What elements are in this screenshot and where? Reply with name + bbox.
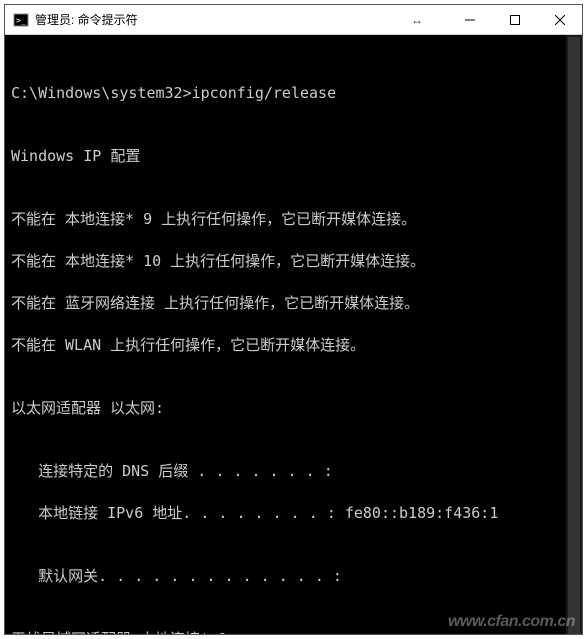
term-property-line: 连接特定的 DNS 后缀 . . . . . . . :	[11, 461, 582, 482]
minimize-button[interactable]	[447, 5, 492, 35]
term-adapter-title: 无线局域网适配器 本地连接* 9:	[11, 629, 582, 634]
resize-horizontal-icon: ↔	[407, 13, 427, 27]
terminal-output[interactable]: C:\Windows\system32>ipconfig/release Win…	[5, 35, 582, 634]
cmd-window: >_ 管理员: 命令提示符 ↔ C:\Windows\system32>ipco…	[4, 4, 583, 635]
term-error-line: 不能在 WLAN 上执行任何操作，它已断开媒体连接。	[11, 335, 582, 356]
vertical-scrollbar[interactable]	[566, 35, 582, 634]
scrollbar-thumb[interactable]	[568, 37, 580, 634]
term-property-line: 本地链接 IPv6 地址. . . . . . . . : fe80::b189…	[11, 503, 582, 524]
term-header: Windows IP 配置	[11, 146, 582, 167]
titlebar[interactable]: >_ 管理员: 命令提示符 ↔	[5, 5, 582, 35]
window-controls	[447, 5, 582, 34]
term-error-line: 不能在 本地连接* 10 上执行任何操作，它已断开媒体连接。	[11, 251, 582, 272]
maximize-button[interactable]	[492, 5, 537, 35]
window-title: 管理员: 命令提示符	[35, 11, 138, 28]
term-error-line: 不能在 本地连接* 9 上执行任何操作，它已断开媒体连接。	[11, 209, 582, 230]
svg-text:>_: >_	[16, 16, 26, 25]
cmd-icon: >_	[13, 12, 29, 28]
term-error-line: 不能在 蓝牙网络连接 上执行任何操作，它已断开媒体连接。	[11, 293, 582, 314]
term-prompt-line: C:\Windows\system32>ipconfig/release	[11, 83, 582, 104]
close-button[interactable]	[537, 5, 582, 35]
term-property-line: 默认网关. . . . . . . . . . . . . :	[11, 566, 582, 587]
term-adapter-title: 以太网适配器 以太网:	[11, 398, 582, 419]
